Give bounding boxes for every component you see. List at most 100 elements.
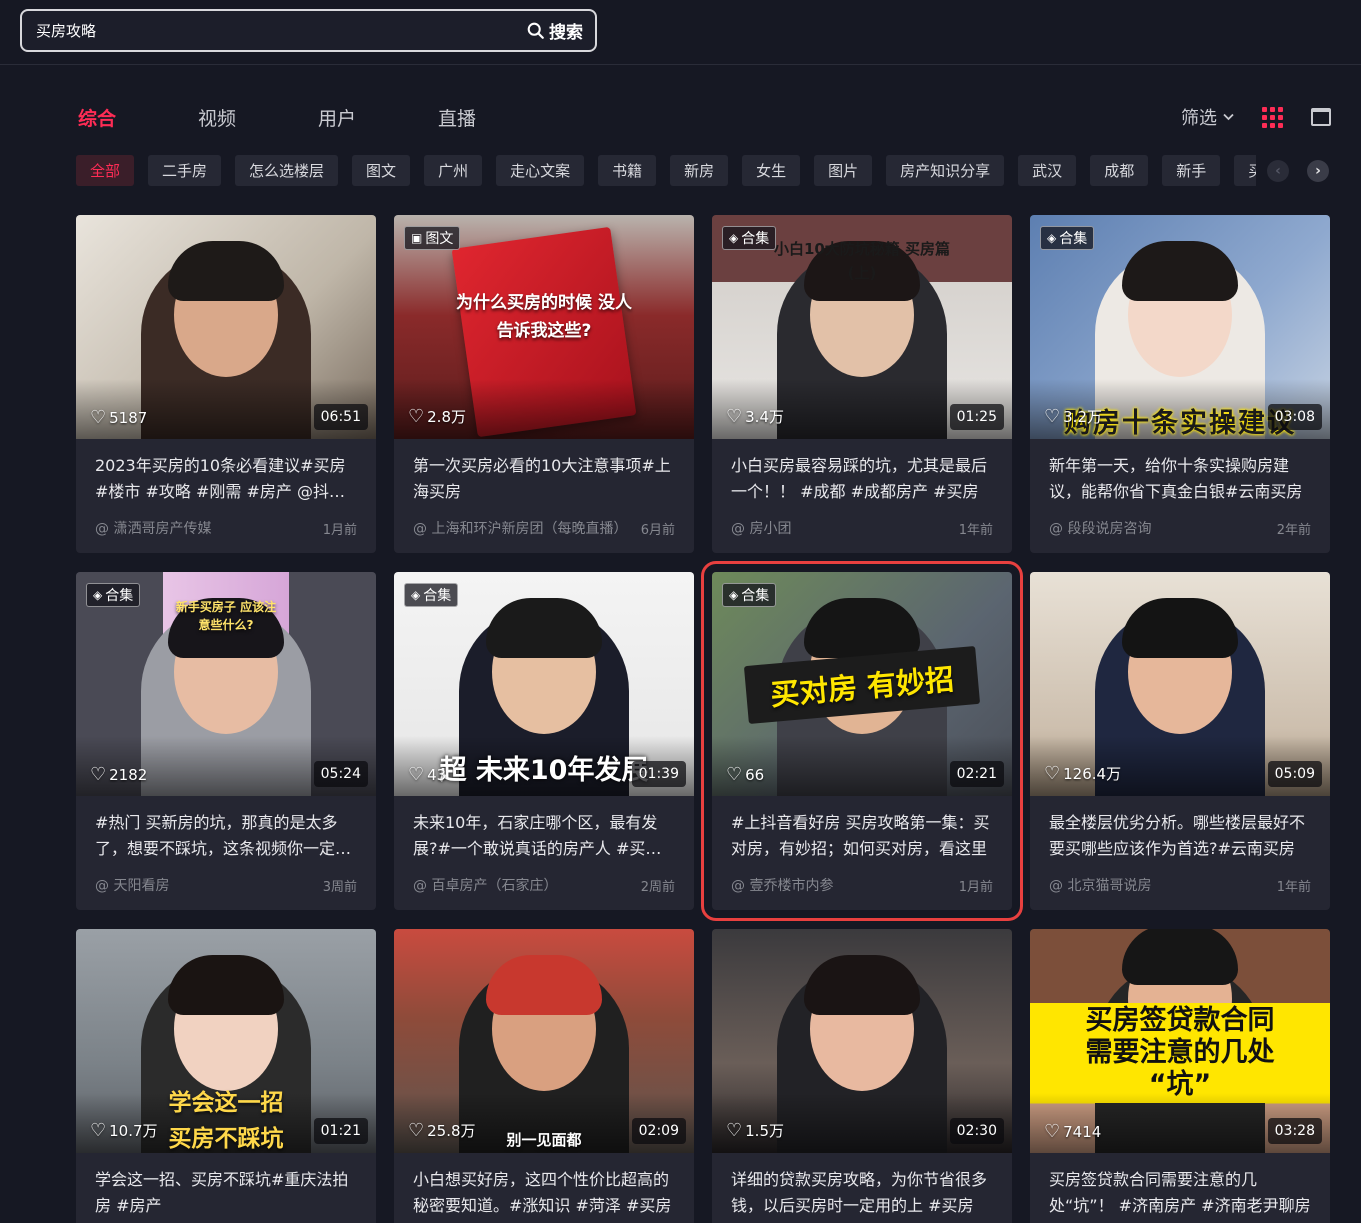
video-title[interactable]: 小白想买好房，这四个性价比超高的秘密要知道。#涨知识 #菏泽 #买房: [413, 1167, 675, 1219]
video-thumbnail[interactable]: 为什么买房的时候 没人告诉我这些? ▣ 图文 ♡ 2.8万: [394, 215, 694, 439]
video-title[interactable]: #热门 买新房的坑，那真的是太多了，想要不踩坑，这条视频你一定要看完: [95, 810, 357, 862]
video-title[interactable]: 新年第一天，给你十条实操购房建议，能帮你省下真金白银#云南买房: [1049, 453, 1311, 505]
badge-label: 合集: [105, 588, 134, 604]
video-thumbnail[interactable]: 学会这一招 买房不踩坑 ♡ 10.7万 01:21: [76, 929, 376, 1153]
author-name[interactable]: @ 潇洒哥房产传媒: [95, 518, 211, 538]
video-title[interactable]: 小白买房最容易踩的坑，尤其是最后一个！！ #成都 #成都房产 #买房: [731, 453, 993, 505]
video-card[interactable]: 学会这一招 买房不踩坑 ♡ 10.7万 01:21 学会这一招、买房不踩坑#重庆法拍房 …: [76, 929, 376, 1223]
video-card[interactable]: 超 未来10年发展 ◈ 合集 ♡ 43 01:39 未来10年，石家庄哪个区，最有发展?#一…: [394, 572, 694, 910]
filter-chip[interactable]: 全部: [76, 155, 135, 186]
filter-chip[interactable]: 女生: [742, 155, 801, 186]
author-name[interactable]: @ 壹乔楼市内参: [731, 875, 833, 895]
author-name[interactable]: @ 北京猫哥说房: [1049, 875, 1151, 895]
heart-icon: ♡: [90, 764, 107, 785]
video-card[interactable]: 为什么买房的时候 没人告诉我这些? ▣ 图文 ♡ 2.8万 第一次买房必看的10大注意事项…: [394, 215, 694, 553]
tab-video[interactable]: 视频: [198, 104, 318, 131]
filter-chip[interactable]: 新房: [670, 155, 729, 186]
filter-chip[interactable]: 书籍: [598, 155, 657, 186]
filter-chip[interactable]: 图片: [814, 155, 873, 186]
video-card[interactable]: ♡ 5187 06:51 2023年买房的10条必看建议#买房 #楼市 #攻略 #刚需…: [76, 215, 376, 553]
video-duration: 05:24: [313, 761, 368, 787]
badge-label: 合集: [741, 231, 770, 247]
like-count-value: 2.8万: [427, 408, 466, 426]
author-name[interactable]: @ 房小团: [731, 518, 791, 538]
card-meta: @ 上海和环沪新房团（每晚直播） 6月前: [413, 518, 675, 538]
filter-chip[interactable]: 广州: [424, 155, 483, 186]
search-icon: [527, 22, 544, 39]
author-name[interactable]: @ 百卓房产（石家庄）: [413, 875, 557, 895]
tab-live[interactable]: 直播: [438, 104, 558, 131]
video-title[interactable]: #上抖音看好房 买房攻略第一集：买对房，有妙招；如何买对房，看这里: [731, 810, 993, 862]
like-count: ♡ 1.5万: [726, 1120, 784, 1141]
author-name[interactable]: @ 段段说房咨询: [1049, 518, 1151, 538]
search-button[interactable]: 搜索: [527, 18, 595, 43]
heart-icon: ♡: [726, 1119, 743, 1141]
card-info: 详细的贷款买房攻略，为你节省很多钱，以后买房时一定用的上 #买房: [712, 1153, 1012, 1219]
filter-chip[interactable]: 走心文案: [496, 155, 585, 186]
video-thumbnail[interactable]: 新手买房子 应该注意些什么? ◈ 合集 ♡ 2182 05:24: [76, 572, 376, 796]
video-title[interactable]: 详细的贷款买房攻略，为你节省很多钱，以后买房时一定用的上 #买房: [731, 1167, 993, 1219]
video-thumbnail[interactable]: 别一见面都 ♡ 25.8万 02:09: [394, 929, 694, 1153]
video-title[interactable]: 买房签贷款合同需要注意的几处“坑”！ #济南房产 #济南老尹聊房: [1049, 1167, 1311, 1219]
filter-chip[interactable]: 房产知识分享: [886, 155, 1005, 186]
video-thumbnail[interactable]: 购房十条实操建议 ◈ 合集 ♡ 3.2万 03:08: [1030, 215, 1330, 439]
author-name[interactable]: @ 天阳看房: [95, 875, 169, 895]
publish-time: 1月前: [958, 879, 993, 895]
like-count: ♡ 2.8万: [408, 406, 466, 427]
video-title[interactable]: 第一次买房必看的10大注意事项#上海买房: [413, 453, 675, 505]
video-card[interactable]: 买对房 有妙招 ◈ 合集 ♡ 66 02:21 #上抖音看好房 买房攻略第一集：买对房，有妙…: [701, 561, 1023, 921]
video-card[interactable]: 小白10大防坑秘籍 买房篇(上) ◈ 合集 ♡ 3.4万 01:25 小白买房最容易踩的坑，…: [712, 215, 1012, 553]
video-card[interactable]: 新手买房子 应该注意些什么? ◈ 合集 ♡ 2182 05:24 #热门 买新房的坑，那真的…: [76, 572, 376, 910]
like-count: ♡ 43: [408, 766, 446, 785]
video-thumbnail[interactable]: 买对房 有妙招 ◈ 合集 ♡ 66 02:21: [712, 572, 1012, 796]
video-card[interactable]: 买房签贷款合同 需要注意的几处 “坑” ♡ 7414 03:28 买房签贷款合同需要注意…: [1030, 929, 1330, 1223]
badge-label: 合集: [1059, 231, 1088, 247]
video-thumbnail[interactable]: 小白10大防坑秘籍 买房篇(上) ◈ 合集 ♡ 3.4万 01:25: [712, 215, 1012, 439]
author-name[interactable]: @ 上海和环沪新房团（每晚直播）: [413, 518, 627, 538]
chips-prev-button[interactable]: ‹: [1267, 160, 1289, 182]
like-count: ♡ 3.4万: [726, 406, 784, 427]
filter-chip[interactable]: 二手房: [148, 155, 222, 186]
content-type-badge: ◈ 合集: [722, 583, 777, 607]
filter-chip[interactable]: 武汉: [1018, 155, 1077, 186]
filter-chip[interactable]: 买: [1234, 155, 1256, 186]
collection-icon: ◈: [729, 231, 739, 245]
tab-all[interactable]: 综合: [78, 104, 198, 131]
single-view-icon[interactable]: [1311, 108, 1331, 126]
video-title[interactable]: 未来10年，石家庄哪个区，最有发展?#一个敢说真话的房产人 #买房攻略: [413, 810, 675, 862]
video-duration: 01:39: [631, 761, 686, 787]
like-count-value: 2182: [109, 766, 148, 784]
video-thumbnail[interactable]: ♡ 5187 06:51: [76, 215, 376, 439]
video-thumbnail[interactable]: 超 未来10年发展 ◈ 合集 ♡ 43 01:39: [394, 572, 694, 796]
filter-chip[interactable]: 新手: [1162, 155, 1221, 186]
card-meta: @ 百卓房产（石家庄） 2周前: [413, 875, 675, 895]
card-info: 学会这一招、买房不踩坑#重庆法拍房 #房产: [76, 1153, 376, 1219]
video-card[interactable]: ♡ 126.4万 05:09 最全楼层优劣分析。哪些楼层最好不要买哪些应该作为首选?#…: [1030, 572, 1330, 910]
filter-chip[interactable]: 图文: [352, 155, 411, 186]
filter-chip[interactable]: 成都: [1090, 155, 1149, 186]
video-title[interactable]: 学会这一招、买房不踩坑#重庆法拍房 #房产: [95, 1167, 357, 1219]
chips-next-button[interactable]: ›: [1307, 160, 1329, 182]
video-thumbnail[interactable]: 买房签贷款合同 需要注意的几处 “坑” ♡ 7414 03:28: [1030, 929, 1330, 1153]
video-card[interactable]: 购房十条实操建议 ◈ 合集 ♡ 3.2万 03:08 新年第一天，给你十条实操购房建议，能帮…: [1030, 215, 1330, 553]
video-card[interactable]: 别一见面都 ♡ 25.8万 02:09 小白想买好房，这四个性价比超高的秘密要知道。#涨…: [394, 929, 694, 1223]
filter-chip[interactable]: 怎么选楼层: [235, 155, 339, 186]
grid-view-icon[interactable]: [1262, 106, 1283, 128]
video-duration: 05:09: [1267, 761, 1322, 787]
like-count: ♡ 2182: [90, 764, 148, 785]
filter-button[interactable]: 筛选: [1181, 104, 1234, 130]
video-card[interactable]: ♡ 1.5万 02:30 详细的贷款买房攻略，为你节省很多钱，以后买房时一定用的上 #…: [712, 929, 1012, 1223]
filter-chips: 全部 二手房 怎么选楼层 图文 广州 走心文案 书籍 新房 女生 图片 房产知识分享 武汉 成都 新手买: [76, 155, 1256, 186]
tab-user[interactable]: 用户: [318, 104, 438, 131]
video-title[interactable]: 2023年买房的10条必看建议#买房 #楼市 #攻略 #刚需 #房产 @抖音小助…: [95, 453, 357, 505]
video-thumbnail[interactable]: ♡ 126.4万 05:09: [1030, 572, 1330, 796]
badge-label: 图文: [425, 231, 454, 247]
like-count: ♡ 5187: [90, 409, 147, 428]
video-title[interactable]: 最全楼层优劣分析。哪些楼层最好不要买哪些应该作为首选?#云南买房: [1049, 810, 1311, 862]
search-input[interactable]: [22, 11, 527, 50]
video-duration: 02:09: [631, 1118, 686, 1144]
video-duration: 03:08: [1267, 404, 1322, 430]
heart-icon: ♡: [408, 405, 425, 427]
video-thumbnail[interactable]: ♡ 1.5万 02:30: [712, 929, 1012, 1153]
like-count: ♡ 66: [726, 766, 764, 785]
